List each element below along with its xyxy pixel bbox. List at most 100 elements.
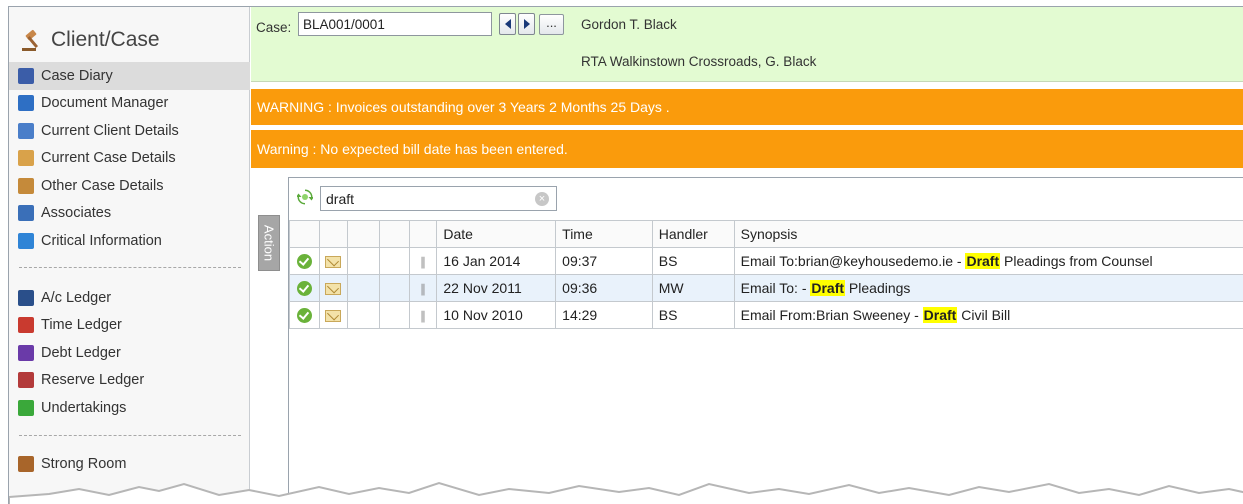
sidebar-item-associates[interactable]: Associates (9, 200, 250, 228)
refresh-icon[interactable] (297, 189, 313, 205)
sidebar-item-label: Current Client Details (41, 122, 179, 139)
time-cell: 09:37 (555, 247, 653, 275)
undertakings-icon (18, 399, 34, 416)
sidebar-divider (19, 435, 241, 436)
sidebar-item-label: Critical Information (41, 232, 162, 249)
sidebar-nav-main: Case Diary Document Manager Current Client… (9, 62, 250, 255)
status-cell (289, 301, 320, 329)
reserve-ledger-icon (18, 372, 34, 389)
column-header-time[interactable]: Time (555, 220, 653, 248)
column-header-icon-2[interactable] (346, 220, 380, 248)
time-cell: 09:36 (555, 274, 653, 302)
date-cell: 16 Jan 2014 (436, 247, 557, 275)
column-header-synopsis[interactable]: Synopsis (733, 220, 1243, 248)
empty-cell (378, 301, 410, 329)
sidebar-item-reserve-ledger[interactable]: Reserve Ledger (9, 367, 250, 395)
email-envelope-icon (325, 256, 342, 269)
synopsis-text: Email From:Brian Sweeney - (740, 307, 923, 323)
handler-cell: BS (651, 301, 735, 329)
synopsis-text: Civil Bill (957, 307, 1011, 323)
case-header: Case: ... Gordon T. Black RTA Walkinstow… (251, 7, 1243, 82)
column-header-icon-4[interactable] (408, 220, 438, 248)
browse-case-button[interactable]: ... (539, 14, 564, 35)
search-highlight: Draft (965, 253, 1001, 269)
sidebar-nav-ledgers: A/c Ledger Time Ledger Debt Ledger Reserve … (9, 284, 250, 422)
torn-edge-decoration (9, 481, 1243, 504)
attachment-paperclip-icon: ∥ (419, 282, 426, 296)
sidebar-item-label: Document Manager (41, 95, 169, 112)
next-case-button[interactable] (518, 13, 535, 35)
table-row[interactable]: ∥ 10 Nov 2010 14:29 BS Email From:Brian Swee… (289, 301, 1243, 329)
search-highlight: Draft (922, 307, 958, 323)
email-envelope-icon (325, 310, 342, 323)
date-cell: 10 Nov 2010 (436, 301, 557, 329)
sidebar-item-label: Debt Ledger (41, 344, 121, 361)
completed-check-icon (296, 308, 312, 324)
attachment-cell: ∥ (408, 274, 438, 302)
sidebar-item-case-diary[interactable]: Case Diary (9, 62, 250, 90)
info-icon (18, 232, 34, 249)
other-case-icon (18, 177, 34, 194)
sidebar-item-label: Time Ledger (41, 317, 122, 334)
sidebar-title-text: Client/Case (51, 28, 160, 51)
action-tab[interactable]: Action (258, 215, 280, 271)
table-body: ∥ 16 Jan 2014 09:37 BS Email To:brian@keyhou… (289, 247, 1243, 329)
table-row[interactable]: ∥ 22 Nov 2011 09:36 MW Email To: - Draft Ple… (289, 274, 1243, 302)
sidebar-item-label: A/c Ledger (41, 289, 112, 306)
empty-cell (346, 301, 380, 329)
status-cell (289, 247, 320, 275)
ac-ledger-icon (18, 289, 34, 306)
arrow-left-icon (504, 19, 511, 29)
synopsis-cell: Email To: - Draft Pleadings (733, 274, 1243, 302)
attachment-paperclip-icon: ∥ (419, 255, 426, 269)
previous-case-button[interactable] (499, 13, 516, 35)
case-label: Case: (256, 20, 292, 35)
warning-no-bill-date: Warning : No expected bill date has been… (251, 130, 1243, 168)
synopsis-cell: Email From:Brian Sweeney - Draft Civil B… (733, 301, 1243, 329)
attachment-cell: ∥ (408, 247, 438, 275)
associates-icon (18, 205, 34, 222)
sidebar-item-critical-information[interactable]: Critical Information (9, 227, 250, 255)
sidebar-item-current-client-details[interactable]: Current Client Details (9, 117, 250, 145)
sidebar-item-current-case-details[interactable]: Current Case Details (9, 145, 250, 173)
sidebar-item-time-ledger[interactable]: Time Ledger (9, 312, 250, 340)
date-cell: 22 Nov 2011 (436, 274, 557, 302)
column-header-icon-1[interactable] (318, 220, 348, 248)
case-number-input[interactable] (298, 12, 492, 36)
sidebar-item-undertakings[interactable]: Undertakings (9, 394, 250, 422)
completed-check-icon (296, 254, 312, 270)
search-input[interactable] (320, 186, 557, 211)
clear-search-icon[interactable]: × (535, 192, 549, 206)
case-diary-table: Date Time Handler Synopsis ∥ 16 Jan 2014 09:3… (289, 220, 1243, 329)
column-header-icon-3[interactable] (378, 220, 410, 248)
synopsis-text: Pleadings from Counsel (1000, 253, 1153, 269)
warning-invoices-outstanding: WARNING : Invoices outstanding over 3 Ye… (251, 89, 1243, 125)
sidebar-item-document-manager[interactable]: Document Manager (9, 90, 250, 118)
column-header-date[interactable]: Date (436, 220, 557, 248)
sidebar-item-a-c-ledger[interactable]: A/c Ledger (9, 284, 250, 312)
column-header-icon-0[interactable] (289, 220, 320, 248)
synopsis-cell: Email To:brian@keyhousedemo.ie - Draft P… (733, 247, 1243, 275)
handler-cell: MW (651, 274, 735, 302)
app-window: Client/Case Case Diary Document Manager Cu… (8, 6, 1243, 504)
time-cell: 14:29 (555, 301, 653, 329)
empty-cell (346, 247, 380, 275)
sidebar: Client/Case Case Diary Document Manager Cu… (9, 7, 250, 504)
empty-cell (378, 274, 410, 302)
arrow-right-icon (523, 19, 530, 29)
sidebar-item-label: Case Diary (41, 67, 113, 84)
case-description: RTA Walkinstown Crossroads, G. Black (581, 54, 817, 69)
synopsis-text: Pleadings (845, 280, 911, 296)
sidebar-item-label: Current Case Details (41, 150, 176, 167)
column-header-handler[interactable]: Handler (651, 220, 735, 248)
sidebar-item-other-case-details[interactable]: Other Case Details (9, 172, 250, 200)
time-ledger-icon (18, 317, 34, 334)
empty-cell (346, 274, 380, 302)
sidebar-item-label: Other Case Details (41, 177, 164, 194)
action-tab-label: Action (261, 224, 277, 262)
completed-check-icon (296, 281, 312, 297)
table-row[interactable]: ∥ 16 Jan 2014 09:37 BS Email To:brian@keyhou… (289, 247, 1243, 275)
case-diary-panel: × DateTimeHandlerSynopsis ∥ 16 Jan 201409… (288, 177, 1243, 504)
sidebar-item-debt-ledger[interactable]: Debt Ledger (9, 339, 250, 367)
synopsis-text: Email To:brian@keyhousedemo.ie - (740, 253, 966, 269)
